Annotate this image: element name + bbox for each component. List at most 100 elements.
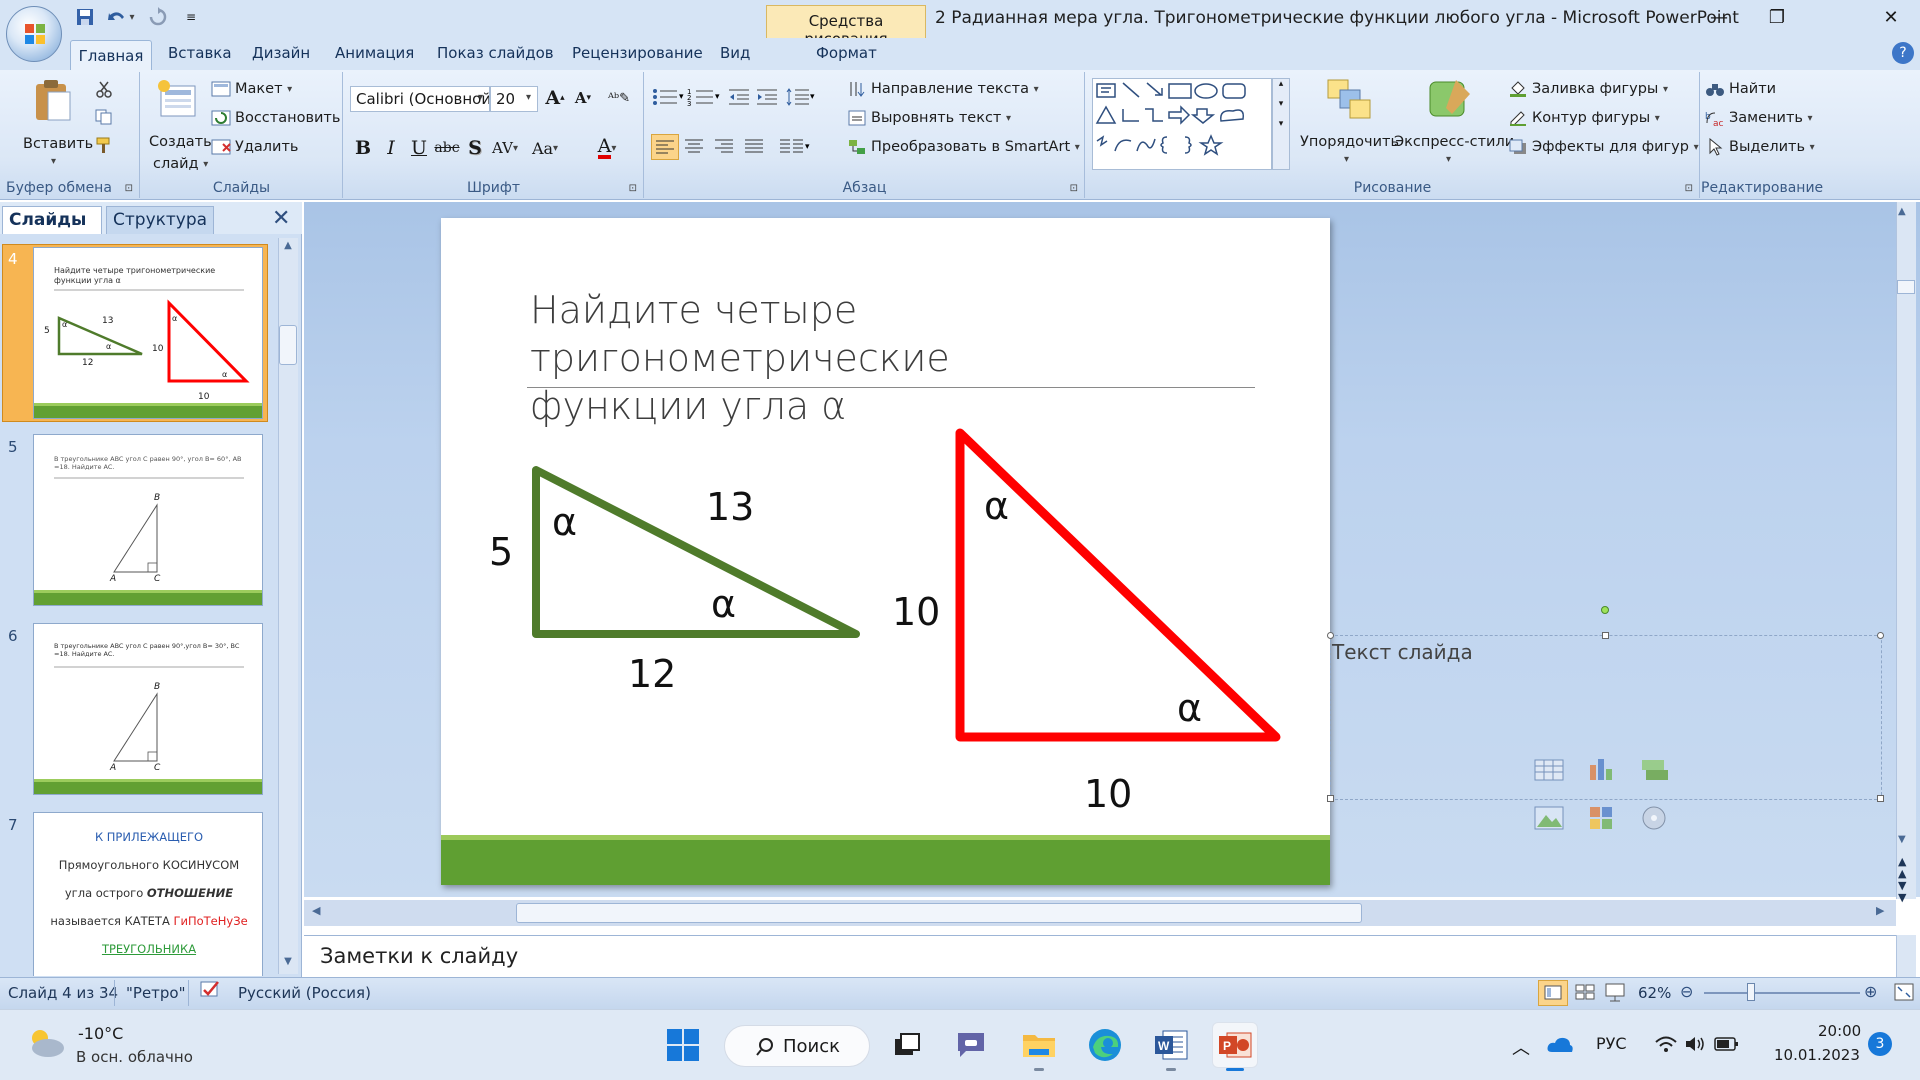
resize-handle[interactable] <box>1877 632 1884 639</box>
insert-content-icons[interactable] <box>1532 755 1672 841</box>
tab-insert[interactable]: Вставка <box>168 44 232 62</box>
powerpoint-icon[interactable]: P <box>1212 1022 1258 1068</box>
notes-placeholder[interactable]: Заметки к слайду <box>320 944 518 968</box>
bullets-icon[interactable]: ▾ <box>651 86 685 112</box>
teams-chat-icon[interactable] <box>948 1022 994 1068</box>
tab-design[interactable]: Дизайн <box>252 44 310 62</box>
zoom-level[interactable]: 62% <box>1638 984 1671 1002</box>
panel-scroll-thumb[interactable] <box>279 325 297 365</box>
start-button[interactable] <box>660 1022 706 1068</box>
line-spacing-icon[interactable]: ▾ <box>785 86 815 112</box>
dialog-launcher-icon[interactable]: ⊡ <box>125 183 133 194</box>
help-icon[interactable]: ? <box>1892 42 1914 64</box>
numbering-icon[interactable]: 1 2 3 ▾ <box>687 86 721 112</box>
increase-indent-icon[interactable] <box>755 86 779 112</box>
normal-view-button[interactable] <box>1538 980 1568 1006</box>
char-spacing-icon[interactable]: AV ▾ <box>492 134 518 162</box>
file-explorer-icon[interactable] <box>1016 1022 1062 1068</box>
tab-slides[interactable]: Слайды <box>2 206 102 234</box>
format-painter-icon[interactable] <box>94 136 114 158</box>
slide-sorter-button[interactable] <box>1572 980 1598 1008</box>
align-text-button[interactable]: Выровнять текст ▾ <box>847 109 1011 127</box>
notification-badge[interactable]: 3 <box>1868 1032 1892 1056</box>
tab-outline[interactable]: Структура <box>106 206 214 234</box>
zoom-in-icon[interactable]: ⊕ <box>1864 982 1877 1001</box>
next-slide-icon[interactable]: ▼ ▼ <box>1898 880 1906 904</box>
font-family-select[interactable]: Calibri (Основной <box>350 86 490 112</box>
green-hypotenuse-label[interactable]: 13 <box>706 485 754 529</box>
select-button[interactable]: Выделить ▾ <box>1705 138 1815 156</box>
rotate-handle[interactable] <box>1601 606 1609 614</box>
italic-button[interactable]: I <box>378 134 404 162</box>
red-leg-bottom-label[interactable]: 10 <box>1084 772 1132 816</box>
clock-date[interactable]: 10.01.2023 <box>1774 1046 1860 1064</box>
resize-handle[interactable] <box>1327 795 1334 802</box>
align-center-button[interactable] <box>681 134 707 162</box>
dialog-launcher-icon[interactable]: ⊡ <box>629 183 637 194</box>
replace-button[interactable]: b ac Заменить ▾ <box>1705 109 1813 127</box>
close-icon[interactable]: ✕ <box>1862 0 1920 34</box>
text-direction-button[interactable]: Направление текста ▾ <box>847 80 1039 98</box>
chevron-up-icon[interactable]: ︿ <box>1512 1034 1530 1060</box>
notes-scrollbar[interactable] <box>1896 935 1916 977</box>
resize-handle[interactable] <box>1602 632 1609 639</box>
paste-button[interactable]: Вставить ▾ <box>20 76 93 186</box>
close-panel-icon[interactable]: ✕ <box>272 206 290 231</box>
onedrive-icon[interactable] <box>1546 1034 1574 1058</box>
columns-icon[interactable]: ▾ <box>777 134 811 162</box>
convert-smartart-button[interactable]: Преобразовать в SmartArt ▾ <box>847 138 1080 156</box>
zoom-slider[interactable] <box>1704 992 1860 994</box>
input-language[interactable]: РУС <box>1596 1034 1627 1053</box>
gallery-scroll[interactable]: ▴ ▾ ▾ <box>1272 78 1290 170</box>
office-button[interactable] <box>6 6 62 62</box>
battery-icon[interactable] <box>1714 1036 1740 1056</box>
theme-name[interactable]: "Ретро" <box>126 984 186 1002</box>
shape-effects-button[interactable]: Эффекты для фигур ▾ <box>1508 138 1699 156</box>
new-slide-button[interactable]: Создать слайд ▾ <box>145 76 212 184</box>
grow-font-icon[interactable]: A ▴ <box>542 84 568 112</box>
wifi-icon[interactable] <box>1654 1034 1678 1058</box>
layout-button[interactable]: Макет ▾ <box>211 80 292 98</box>
language-indicator[interactable]: Русский (Россия) <box>238 984 371 1002</box>
reset-button[interactable]: Восстановить <box>211 109 340 127</box>
red-leg-left-label[interactable]: 10 <box>892 590 940 634</box>
redo-icon[interactable] <box>145 4 171 30</box>
clock-time[interactable]: 20:00 <box>1818 1022 1861 1040</box>
align-right-button[interactable] <box>711 134 737 162</box>
shrink-font-icon[interactable]: A ▾ <box>570 84 596 112</box>
notes-pane[interactable]: Заметки к слайду <box>304 935 1896 977</box>
taskbar-search[interactable]: Поиск <box>724 1025 870 1067</box>
scroll-down-icon[interactable]: ▼ <box>279 956 297 972</box>
change-case-icon[interactable]: Aa ▾ <box>532 134 558 162</box>
zoom-out-icon[interactable]: ⊖ <box>1680 982 1693 1001</box>
strikethrough-button[interactable]: abc <box>434 134 460 162</box>
shape-outline-button[interactable]: Контур фигуры ▾ <box>1508 109 1660 127</box>
underline-button[interactable]: U <box>406 134 432 162</box>
shadow-button[interactable]: S <box>462 134 488 162</box>
slide-thumb-6[interactable]: В треугольнике ABC угол C равен 90°,угол… <box>33 623 263 795</box>
hscroll-thumb[interactable] <box>516 903 1362 923</box>
green-leg-left-label[interactable]: 5 <box>489 530 513 574</box>
volume-icon[interactable] <box>1684 1034 1708 1058</box>
tab-view[interactable]: Вид <box>720 44 750 62</box>
font-color-button[interactable]: A ▾ <box>594 134 620 162</box>
undo-dropdown-icon[interactable]: ▾ <box>125 4 139 30</box>
slideshow-button[interactable] <box>1602 980 1628 1008</box>
scroll-left-icon[interactable]: ◀ <box>312 904 320 917</box>
slide-thumb-7[interactable]: К ПРИЛЕЖАЩЕГО Прямоугольного КОСИНУСОМ у… <box>33 812 263 976</box>
save-icon[interactable] <box>72 4 98 30</box>
tab-animation[interactable]: Анимация <box>335 44 414 62</box>
cut-icon[interactable] <box>94 80 114 102</box>
dialog-launcher-icon[interactable]: ⊡ <box>1070 183 1078 194</box>
slide-thumb-5[interactable]: В треугольнике ABC угол C равен 90°, уго… <box>33 434 263 606</box>
copy-icon[interactable] <box>94 108 114 130</box>
green-alpha-right-label[interactable]: α <box>711 582 736 626</box>
restore-icon[interactable]: ❐ <box>1748 0 1806 34</box>
slide-scroll-thumb[interactable] <box>1897 280 1915 294</box>
tab-format[interactable]: Формат <box>816 44 877 62</box>
align-left-button[interactable] <box>651 134 679 160</box>
weather-icon[interactable] <box>24 1024 68 1064</box>
previous-slide-icon[interactable]: ▲ ▲ <box>1898 856 1906 880</box>
arrange-button[interactable]: Упорядочить ▾ <box>1298 76 1400 186</box>
zoom-slider-thumb[interactable] <box>1747 983 1755 1001</box>
